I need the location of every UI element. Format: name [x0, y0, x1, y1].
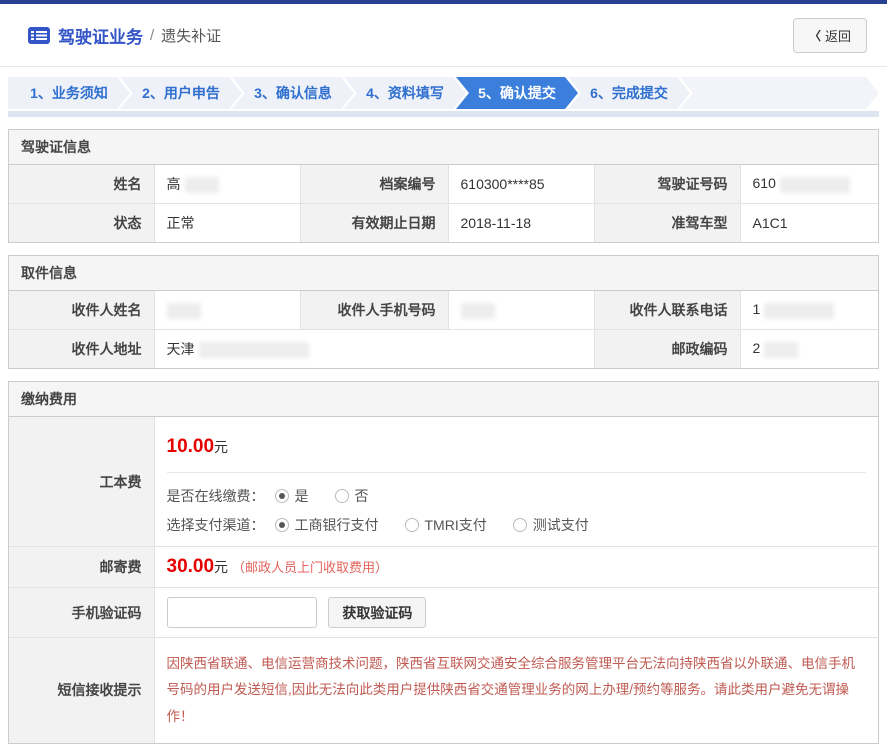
step-6-complete-submit[interactable]: 6、完成提交: [568, 77, 690, 109]
redacted-value: [167, 303, 201, 319]
table-row: 收件人地址 天津 邮政编码 2: [9, 330, 878, 369]
expiry-date-label: 有效期止日期: [300, 204, 448, 243]
channel-tmri-radio[interactable]: TMRI支付: [405, 515, 487, 535]
redacted-value: [461, 303, 495, 319]
pickup-info-section: 取件信息 收件人姓名 收件人手机号码 收件人联系电话 1 收件人地址 天津 邮政…: [8, 255, 879, 369]
vehicle-class-label: 准驾车型: [594, 204, 740, 243]
pickup-info-table: 收件人姓名 收件人手机号码 收件人联系电话 1 收件人地址 天津 邮政编码 2: [9, 291, 878, 368]
step-4-fill-materials[interactable]: 4、资料填写: [344, 77, 466, 109]
license-info-table: 姓名 高 档案编号 610300****85 驾驶证号码 610 状态 正常 有…: [9, 165, 878, 242]
license-number-value: 610: [740, 165, 878, 204]
table-row: 短信接收提示 因陕西省联通、电信运营商技术问题，陕西省互联网交通安全综合服务管理…: [9, 638, 878, 743]
table-row: 手机验证码 获取验证码: [9, 588, 878, 638]
postal-code-value: 2: [740, 330, 878, 369]
radio-icon: [513, 518, 527, 532]
recipient-mobile-value: [448, 291, 594, 330]
table-row: 姓名 高 档案编号 610300****85 驾驶证号码 610: [9, 165, 878, 204]
production-fee-amount: 10.00: [167, 436, 215, 457]
postage-fee-note: （邮政人员上门收取费用）: [232, 560, 388, 575]
channel-icbc-radio[interactable]: 工商银行支付: [275, 515, 379, 535]
license-section-title: 驾驶证信息: [9, 130, 878, 165]
production-fee-cell: 10.00元 是否在线缴费： 是 否 选择支付渠道： 工商银行支付 TMRI支付…: [154, 417, 878, 547]
sms-notice-text: 因陕西省联通、电信运营商技术问题，陕西省互联网交通安全综合服务管理平台无法向持陕…: [167, 647, 867, 734]
redacted-value: [780, 177, 850, 193]
step-1-business-notes[interactable]: 1、业务须知: [8, 77, 130, 109]
online-pay-question: 是否在线缴费：: [167, 486, 265, 506]
radio-icon: [275, 518, 289, 532]
radio-icon: [405, 518, 419, 532]
online-pay-yes-radio[interactable]: 是: [275, 486, 309, 506]
table-row: 收件人姓名 收件人手机号码 收件人联系电话 1: [9, 291, 878, 330]
redacted-value: [199, 342, 309, 358]
channel-test-radio[interactable]: 测试支付: [513, 515, 589, 535]
payment-table: 工本费 10.00元 是否在线缴费： 是 否 选择支付渠道： 工商银行支付 TM…: [9, 417, 878, 743]
payment-section-title: 缴纳费用: [9, 382, 878, 417]
vehicle-class-value: A1C1: [740, 204, 878, 243]
chevron-left-icon: 〈: [809, 27, 821, 44]
sms-notice-label: 短信接收提示: [9, 638, 154, 743]
recipient-phone-value: 1: [740, 291, 878, 330]
sms-code-label: 手机验证码: [9, 588, 154, 638]
table-row: 工本费 10.00元 是否在线缴费： 是 否 选择支付渠道： 工商银行支付 TM…: [9, 417, 878, 547]
pickup-section-title: 取件信息: [9, 256, 878, 291]
redacted-value: [764, 342, 798, 358]
postage-fee-unit: 元: [214, 559, 228, 575]
sms-code-cell: 获取验证码: [154, 588, 878, 638]
pay-channel-question: 选择支付渠道：: [167, 515, 265, 535]
license-number-label: 驾驶证号码: [594, 165, 740, 204]
status-label: 状态: [9, 204, 154, 243]
redacted-value: [764, 303, 834, 319]
breadcrumb-current: 遗失补证: [161, 25, 221, 46]
file-number-label: 档案编号: [300, 165, 448, 204]
payment-section: 缴纳费用 工本费 10.00元 是否在线缴费： 是 否 选择支付渠道： 工商: [8, 381, 879, 744]
step-3-confirm-info[interactable]: 3、确认信息: [232, 77, 354, 109]
back-button[interactable]: 〈 返回: [793, 18, 867, 53]
table-row: 状态 正常 有效期止日期 2018-11-18 准驾车型 A1C1: [9, 204, 878, 243]
step-2-user-declaration[interactable]: 2、用户申告: [120, 77, 242, 109]
recipient-address-label: 收件人地址: [9, 330, 154, 369]
radio-icon: [275, 489, 289, 503]
sms-code-input[interactable]: [167, 597, 317, 628]
postage-fee-amount: 30.00: [167, 556, 215, 577]
back-button-label: 返回: [825, 26, 851, 45]
redacted-value: [185, 177, 219, 193]
recipient-address-value: 天津: [154, 330, 594, 369]
postage-fee-cell: 30.00元 （邮政人员上门收取费用）: [154, 547, 878, 588]
recipient-name-label: 收件人姓名: [9, 291, 154, 330]
name-label: 姓名: [9, 165, 154, 204]
list-document-icon: [28, 27, 50, 44]
postage-fee-label: 邮寄费: [9, 547, 154, 588]
recipient-mobile-label: 收件人手机号码: [300, 291, 448, 330]
production-fee-unit: 元: [214, 439, 228, 455]
step-5-confirm-submit[interactable]: 5、确认提交: [456, 77, 578, 109]
get-code-button[interactable]: 获取验证码: [328, 597, 426, 628]
status-value: 正常: [154, 204, 300, 243]
name-value: 高: [154, 165, 300, 204]
license-info-section: 驾驶证信息 姓名 高 档案编号 610300****85 驾驶证号码 610 状…: [8, 129, 879, 243]
page-title: 驾驶证业务: [58, 23, 143, 48]
expiry-date-value: 2018-11-18: [448, 204, 594, 243]
online-pay-no-radio[interactable]: 否: [335, 486, 369, 506]
radio-icon: [335, 489, 349, 503]
breadcrumb-separator: /: [150, 27, 154, 44]
postal-code-label: 邮政编码: [594, 330, 740, 369]
recipient-name-value: [154, 291, 300, 330]
table-row: 邮寄费 30.00元 （邮政人员上门收取费用）: [9, 547, 878, 588]
step-filler: [680, 77, 879, 109]
steps-underline: [8, 111, 879, 117]
sms-notice-cell: 因陕西省联通、电信运营商技术问题，陕西省互联网交通安全综合服务管理平台无法向持陕…: [154, 638, 878, 743]
step-progress-bar: 1、业务须知 2、用户申告 3、确认信息 4、资料填写 5、确认提交 6、完成提…: [8, 77, 879, 117]
production-fee-label: 工本费: [9, 417, 154, 547]
file-number-value: 610300****85: [448, 165, 594, 204]
page-header: 驾驶证业务 / 遗失补证 〈 返回: [0, 4, 887, 67]
recipient-phone-label: 收件人联系电话: [594, 291, 740, 330]
